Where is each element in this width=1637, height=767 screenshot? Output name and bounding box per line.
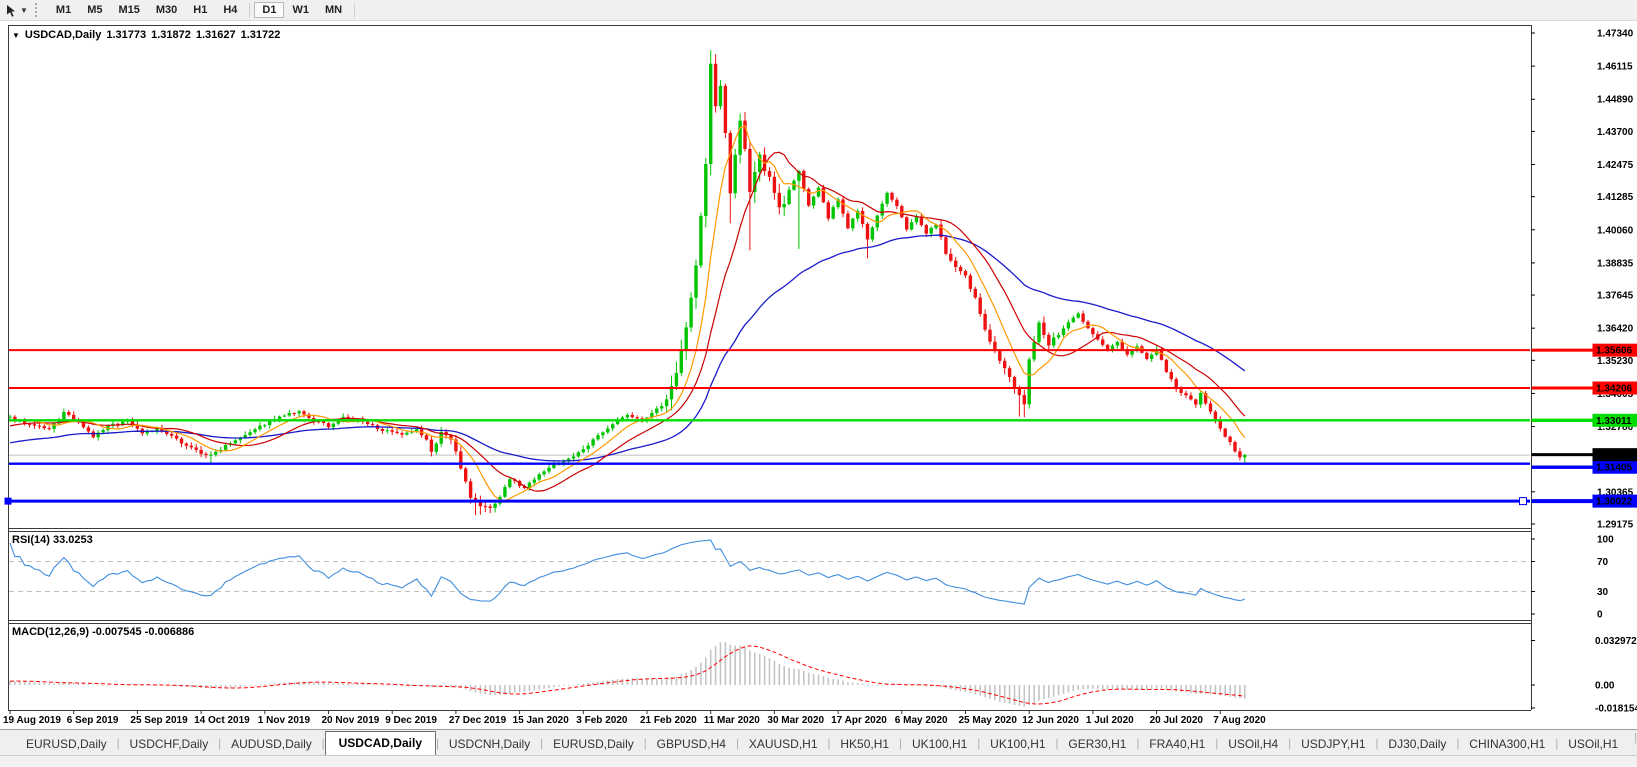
svg-text:1.34206: 1.34206 (1596, 384, 1633, 395)
svg-text:1.37645: 1.37645 (1597, 291, 1634, 302)
svg-text:1.38835: 1.38835 (1597, 258, 1634, 269)
svg-text:70: 70 (1597, 557, 1609, 568)
svg-text:0.032972: 0.032972 (1595, 636, 1637, 647)
chart-tab-3-usdcaddaily[interactable]: USDCAD,Daily (325, 731, 436, 756)
period-button-m5[interactable]: M5 (79, 2, 110, 18)
cursor-tool-icon[interactable] (3, 3, 19, 18)
chart-tab-14-usdjpyh1[interactable]: USDJPY,H1 (1291, 733, 1375, 756)
chart-tabs-group: EURUSD,Daily|USDCHF,Daily|AUDUSD,Daily|U… (16, 731, 1628, 756)
svg-text:21 Feb 2020: 21 Feb 2020 (640, 715, 697, 726)
svg-text:1.43700: 1.43700 (1597, 127, 1634, 138)
chart-tab-5-eurusddaily[interactable]: EURUSD,Daily (543, 733, 644, 756)
period-button-h4[interactable]: H4 (215, 2, 245, 18)
svg-text:25 Sep 2019: 25 Sep 2019 (130, 715, 188, 726)
svg-text:17 Apr 2020: 17 Apr 2020 (831, 715, 887, 726)
svg-text:15 Jan 2020: 15 Jan 2020 (513, 715, 570, 726)
svg-text:0.00: 0.00 (1595, 681, 1615, 692)
svg-text:27 Dec 2019: 27 Dec 2019 (449, 715, 507, 726)
chart-symbol-period: USDCAD,Daily (25, 29, 101, 41)
ohlc-low: 1.31627 (196, 29, 236, 41)
svg-text:14 Oct 2019: 14 Oct 2019 (194, 715, 250, 726)
ohlc-open: 1.31773 (106, 29, 146, 41)
chart-menu-arrow-icon[interactable]: ▼ (12, 31, 20, 40)
chart-tab-10-uk100h1[interactable]: UK100,H1 (980, 733, 1055, 756)
svg-text:6 May 2020: 6 May 2020 (895, 715, 948, 726)
chart-tab-11-ger30h1[interactable]: GER30,H1 (1058, 733, 1136, 756)
svg-text:1.30022: 1.30022 (1596, 497, 1633, 508)
svg-text:1.35230: 1.35230 (1597, 356, 1634, 367)
rsi-indicator-label: RSI(14) 33.0253 (12, 534, 93, 546)
svg-text:25 May 2020: 25 May 2020 (959, 715, 1018, 726)
toolbar-grip[interactable] (35, 3, 41, 17)
svg-text:20 Jul 2020: 20 Jul 2020 (1150, 715, 1204, 726)
period-buttons-group: M1M5M15M30H1H4 D1W1MN (48, 2, 359, 18)
tab-scroll-arrows: | ◂ ▸ (1628, 732, 1637, 756)
cursor-tool-caret-icon[interactable]: ▼ (20, 6, 28, 15)
svg-text:1 Jul 2020: 1 Jul 2020 (1086, 715, 1134, 726)
period-button-h1[interactable]: H1 (185, 2, 215, 18)
svg-text:1.44890: 1.44890 (1597, 95, 1634, 106)
period-button-w1[interactable]: W1 (284, 2, 317, 18)
svg-text:30: 30 (1597, 587, 1609, 598)
period-button-d1[interactable]: D1 (254, 2, 284, 18)
svg-text:1.47340: 1.47340 (1597, 29, 1634, 40)
period-button-mn[interactable]: MN (317, 2, 350, 18)
svg-text:1.42475: 1.42475 (1597, 160, 1634, 171)
period-button-m30[interactable]: M30 (148, 2, 185, 18)
chart-tab-13-usoilh4[interactable]: USOil,H4 (1218, 733, 1288, 756)
toolbar-separator (249, 3, 250, 18)
macd-indicator-label: MACD(12,26,9) -0.007545 -0.006886 (12, 626, 194, 638)
svg-text:7 Aug 2020: 7 Aug 2020 (1213, 715, 1266, 726)
chart-tab-7-xauusdh1[interactable]: XAUUSD,H1 (739, 733, 828, 756)
chart-tab-16-china300h1[interactable]: CHINA300,H1 (1459, 733, 1555, 756)
timeframe-toolbar: ▼ M1M5M15M30H1H4 D1W1MN (0, 0, 1637, 21)
chart-tab-15-dj30daily[interactable]: DJ30,Daily (1378, 733, 1456, 756)
svg-text:11 Mar 2020: 11 Mar 2020 (704, 715, 761, 726)
status-strip (0, 755, 1637, 767)
svg-text:1.29175: 1.29175 (1597, 520, 1634, 531)
ohlc-close: 1.31722 (241, 29, 281, 41)
svg-text:0: 0 (1597, 610, 1603, 621)
svg-text:-0.018154: -0.018154 (1595, 704, 1637, 715)
chart-title: ▼ USDCAD,Daily 1.31773 1.31872 1.31627 1… (12, 29, 280, 41)
chart-tab-8-hk50h1[interactable]: HK50,H1 (830, 733, 899, 756)
svg-text:9 Dec 2019: 9 Dec 2019 (385, 715, 437, 726)
chart-tab-6-gbpusdh4[interactable]: GBPUSD,H4 (647, 733, 736, 756)
svg-text:1 Nov 2019: 1 Nov 2019 (258, 715, 311, 726)
mt4-window: ▼ M1M5M15M30H1H4D1W1MN 1.473401.461151.4… (0, 0, 1637, 767)
line-handle-left[interactable] (5, 498, 12, 505)
chart-tab-1-usdchfdaily[interactable]: USDCHF,Daily (120, 733, 219, 756)
chart-tab-4-usdcnhdaily[interactable]: USDCNH,Daily (439, 733, 540, 756)
svg-text:12 Jun 2020: 12 Jun 2020 (1022, 715, 1079, 726)
ohlc-high: 1.31872 (151, 29, 191, 41)
chart-tab-12-fra40h1[interactable]: FRA40,H1 (1139, 733, 1215, 756)
cursor-arrow-glyph (5, 4, 18, 17)
svg-text:6 Sep 2019: 6 Sep 2019 (67, 715, 119, 726)
period-button-m15[interactable]: M15 (110, 2, 147, 18)
chart-tab-0-eurusddaily[interactable]: EURUSD,Daily (16, 733, 117, 756)
chart-tab-2-audusddaily[interactable]: AUDUSD,Daily (221, 733, 322, 756)
svg-text:1.36420: 1.36420 (1597, 324, 1634, 335)
svg-text:100: 100 (1597, 535, 1614, 546)
svg-text:3 Feb 2020: 3 Feb 2020 (576, 715, 628, 726)
svg-text:19 Aug 2019: 19 Aug 2019 (3, 715, 61, 726)
svg-text:20 Nov 2019: 20 Nov 2019 (322, 715, 380, 726)
svg-text:1.40060: 1.40060 (1597, 225, 1634, 236)
svg-text:1.31405: 1.31405 (1596, 463, 1633, 474)
toolbar-separator (354, 3, 355, 18)
chart-tab-17-usoilh1[interactable]: USOil,H1 (1558, 733, 1628, 756)
svg-text:1.33011: 1.33011 (1596, 416, 1632, 427)
period-button-m1[interactable]: M1 (48, 2, 79, 18)
line-handle-right[interactable] (1520, 498, 1527, 505)
chart-tab-9-uk100h1[interactable]: UK100,H1 (902, 733, 977, 756)
svg-text:1.35606: 1.35606 (1596, 346, 1633, 357)
svg-text:1.46115: 1.46115 (1597, 62, 1633, 73)
svg-text:1.41285: 1.41285 (1597, 192, 1634, 203)
chart-canvas[interactable]: 1.47340 1.46115 1.44890 1.43700 1.42475 1.412… (0, 0, 1637, 728)
svg-text:1.31722: 1.31722 (1596, 450, 1633, 461)
chart-tabs-bar: EURUSD,Daily|USDCHF,Daily|AUDUSD,Daily|U… (0, 729, 1637, 756)
svg-text:30 Mar 2020: 30 Mar 2020 (767, 715, 824, 726)
